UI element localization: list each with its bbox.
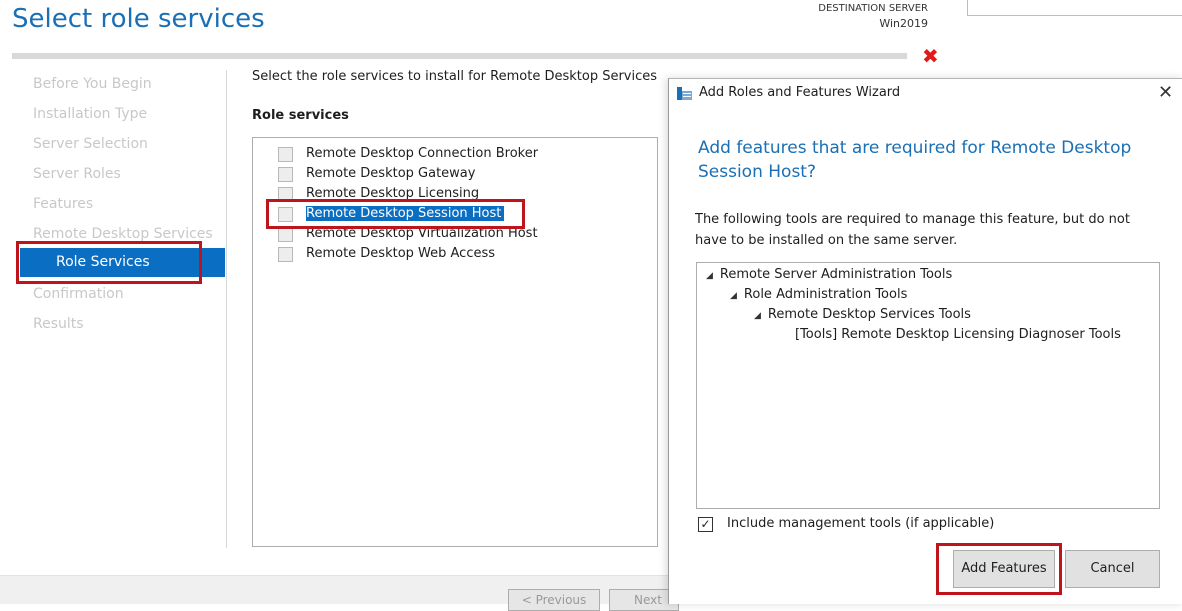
tree-item-remote-server-admin-tools[interactable]: ◢ Remote Server Administration Tools xyxy=(706,267,952,282)
expand-triangle-icon[interactable]: ◢ xyxy=(754,311,761,321)
close-icon[interactable]: ✕ xyxy=(1158,82,1173,103)
tree-item-role-admin-tools[interactable]: ◢ Role Administration Tools xyxy=(730,287,907,302)
service-label: Remote Desktop Connection Broker xyxy=(306,146,539,161)
destination-server-label: DESTINATION SERVER xyxy=(818,3,928,14)
tree-item-rds-tools[interactable]: ◢ Remote Desktop Services Tools xyxy=(754,307,971,322)
cancel-button[interactable]: Cancel xyxy=(1065,550,1160,588)
tree-item-label: Remote Server Administration Tools xyxy=(719,267,953,282)
dialog-description: The following tools are required to mana… xyxy=(695,212,1130,248)
nav-item-server-roles[interactable]: Server Roles xyxy=(33,166,121,182)
annotation-highlight-session-host xyxy=(266,199,525,229)
tree-item-licensing-diagnoser[interactable]: [Tools] Remote Desktop Licensing Diagnos… xyxy=(795,327,1121,342)
checkbox[interactable] xyxy=(278,147,293,162)
nav-item-features[interactable]: Features xyxy=(33,196,93,212)
nav-item-confirmation[interactable]: Confirmation xyxy=(33,286,124,302)
role-services-heading: Role services xyxy=(252,108,349,123)
nav-item-before-you-begin[interactable]: Before You Begin xyxy=(33,76,152,92)
checkbox[interactable] xyxy=(278,227,293,242)
previous-button[interactable]: < Previous xyxy=(508,589,600,611)
close-x-icon[interactable]: ✖ xyxy=(922,44,939,68)
tree-item-label: Role Administration Tools xyxy=(743,287,908,302)
page-title: Select role services xyxy=(12,4,265,34)
nav-divider xyxy=(226,70,227,548)
wizard-icon xyxy=(677,87,692,100)
top-right-panel xyxy=(967,0,1182,16)
dialog-heading: Add features that are required for Remot… xyxy=(698,138,1132,182)
checkbox[interactable] xyxy=(278,167,293,182)
expand-triangle-icon[interactable]: ◢ xyxy=(706,271,713,281)
include-tools-label: Include management tools (if applicable) xyxy=(727,516,995,531)
service-label: Remote Desktop Web Access xyxy=(306,246,496,261)
nav-item-remote-desktop-services[interactable]: Remote Desktop Services xyxy=(33,226,213,242)
tree-item-label: [Tools] Remote Desktop Licensing Diagnos… xyxy=(795,327,1121,342)
include-tools-checkbox[interactable]: ✓ xyxy=(698,517,713,532)
annotation-highlight-add-features xyxy=(936,543,1062,595)
annotation-highlight-role-services xyxy=(16,241,202,284)
nav-item-server-selection[interactable]: Server Selection xyxy=(33,136,148,152)
service-label: Remote Desktop Gateway xyxy=(306,166,476,181)
content-instruction: Select the role services to install for … xyxy=(252,69,658,84)
expand-triangle-icon[interactable]: ◢ xyxy=(730,291,737,301)
nav-item-installation-type[interactable]: Installation Type xyxy=(33,106,147,122)
header-progress-bar xyxy=(12,53,907,59)
dialog-title: Add Roles and Features Wizard xyxy=(699,85,901,100)
nav-item-results[interactable]: Results xyxy=(33,316,84,332)
tree-item-label: Remote Desktop Services Tools xyxy=(767,307,971,322)
checkbox[interactable] xyxy=(278,247,293,262)
destination-server-name: Win2019 xyxy=(879,17,928,30)
